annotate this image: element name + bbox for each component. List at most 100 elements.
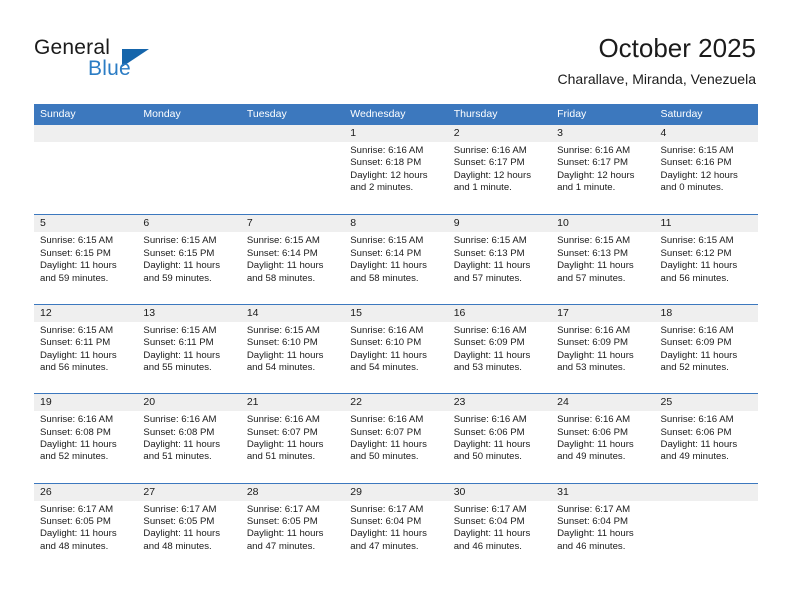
day-number <box>137 125 241 142</box>
day-cell[interactable]: 8 Sunrise: 6:15 AM Sunset: 6:14 PM Daylight… <box>344 215 448 303</box>
sunrise-text: Sunrise: 6:15 AM <box>453 235 527 247</box>
day-number: 3 <box>551 125 655 142</box>
sunrise-text: Sunrise: 6:16 AM <box>350 414 424 426</box>
day-details: Sunrise: 6:16 AM Sunset: 6:09 PM Daylight:… <box>448 322 551 375</box>
day-number: 2 <box>447 125 552 142</box>
day-cell[interactable]: 21 Sunrise: 6:16 AM Sunset: 6:07 PM Dayligh… <box>240 394 345 482</box>
day-cell[interactable]: 29 Sunrise: 6:17 AM Sunset: 6:04 PM Dayligh… <box>344 483 448 572</box>
day-number: 8 <box>344 215 448 233</box>
day-cell[interactable]: 24 Sunrise: 6:16 AM Sunset: 6:06 PM Dayligh… <box>551 394 655 482</box>
day-cell[interactable]: 10 Sunrise: 6:15 AM Sunset: 6:13 PM Dayligh… <box>551 215 655 303</box>
day-cell[interactable]: 11 Sunrise: 6:15 AM Sunset: 6:12 PM Dayligh… <box>654 215 758 303</box>
sunrise-text: Sunrise: 6:17 AM <box>557 503 631 515</box>
sunset-text: Sunset: 6:07 PM <box>350 426 422 438</box>
brand-logo[interactable]: General Blue <box>34 36 234 86</box>
weekday-header-wednesday: Wednesday <box>350 108 406 120</box>
day-cell[interactable]: 15 Sunrise: 6:16 AM Sunset: 6:10 PM Dayligh… <box>344 304 448 393</box>
daylight-text: Daylight: 11 hours and 56 minutes. <box>660 260 738 284</box>
sunset-text: Sunset: 6:18 PM <box>350 157 422 169</box>
day-number: 10 <box>551 215 655 233</box>
daylight-text: Daylight: 12 hours and 1 minute. <box>557 169 635 194</box>
day-cell[interactable]: 7 Sunrise: 6:15 AM Sunset: 6:14 PM Daylight… <box>240 215 345 303</box>
sunset-text: Sunset: 6:06 PM <box>660 426 732 438</box>
day-number: 30 <box>447 483 552 501</box>
day-number: 23 <box>447 394 552 412</box>
day-number <box>654 483 758 501</box>
sunrise-text: Sunrise: 6:16 AM <box>660 414 734 426</box>
day-cell[interactable]: 4 Sunrise: 6:15 AM Sunset: 6:16 PM Daylight… <box>654 125 758 214</box>
day-cell[interactable]: 18 Sunrise: 6:16 AM Sunset: 6:09 PM Dayligh… <box>654 304 758 393</box>
day-cell[interactable]: 26 Sunrise: 6:17 AM Sunset: 6:05 PM Dayligh… <box>34 483 138 572</box>
daylight-text: Daylight: 11 hours and 51 minutes. <box>143 438 221 463</box>
day-details: Sunrise: 6:16 AM Sunset: 6:09 PM Daylight:… <box>655 322 758 375</box>
sunrise-text: Sunrise: 6:15 AM <box>660 145 734 156</box>
day-cell[interactable]: 30 Sunrise: 6:17 AM Sunset: 6:04 PM Dayligh… <box>447 483 552 572</box>
sunrise-text: Sunrise: 6:16 AM <box>453 145 527 156</box>
calendar-week-row: 5 Sunrise: 6:15 AM Sunset: 6:15 PM Daylight… <box>34 214 758 303</box>
day-cell[interactable]: 20 Sunrise: 6:16 AM Sunset: 6:08 PM Dayligh… <box>137 394 241 482</box>
day-cell[interactable]: 23 Sunrise: 6:16 AM Sunset: 6:06 PM Dayligh… <box>447 394 552 482</box>
day-number <box>34 125 138 142</box>
daylight-text: Daylight: 11 hours and 50 minutes. <box>350 438 427 463</box>
sunrise-text: Sunrise: 6:16 AM <box>453 324 527 336</box>
sunset-text: Sunset: 6:04 PM <box>350 515 422 527</box>
day-cell[interactable]: 28 Sunrise: 6:17 AM Sunset: 6:05 PM Dayligh… <box>240 483 345 572</box>
day-details: Sunrise: 6:15 AM Sunset: 6:13 PM Daylight:… <box>551 232 654 285</box>
sunset-text: Sunset: 6:15 PM <box>40 247 111 259</box>
daylight-text: Daylight: 11 hours and 47 minutes. <box>246 528 324 552</box>
sunset-text: Sunset: 6:12 PM <box>660 247 732 259</box>
sunset-text: Sunset: 6:09 PM <box>660 337 732 349</box>
day-cell[interactable]: 31 Sunrise: 6:17 AM Sunset: 6:04 PM Dayligh… <box>551 483 655 572</box>
day-cell[interactable]: 3 Sunrise: 6:16 AM Sunset: 6:17 PM Daylight… <box>551 125 655 214</box>
day-number: 12 <box>34 304 138 322</box>
day-cell[interactable]: 14 Sunrise: 6:15 AM Sunset: 6:10 PM Dayligh… <box>240 304 345 393</box>
day-cell[interactable]: 25 Sunrise: 6:16 AM Sunset: 6:06 PM Dayligh… <box>654 394 758 482</box>
day-details: Sunrise: 6:16 AM Sunset: 6:07 PM Daylight:… <box>344 411 447 464</box>
weekday-header-saturday: Saturday <box>660 108 703 120</box>
weekday-header-sunday: Sunday <box>40 108 76 120</box>
sunset-text: Sunset: 6:15 PM <box>143 247 215 259</box>
day-cell[interactable]: 12 Sunrise: 6:15 AM Sunset: 6:11 PM Dayligh… <box>34 304 138 393</box>
day-cell[interactable]: 6 Sunrise: 6:15 AM Sunset: 6:15 PM Daylight… <box>137 215 241 303</box>
day-cell[interactable]: 19 Sunrise: 6:16 AM Sunset: 6:08 PM Dayligh… <box>34 394 138 482</box>
day-cell[interactable]: 17 Sunrise: 6:16 AM Sunset: 6:09 PM Dayligh… <box>551 304 655 393</box>
sunset-text: Sunset: 6:13 PM <box>453 247 525 259</box>
day-number: 24 <box>551 394 655 412</box>
daylight-text: Daylight: 11 hours and 47 minutes. <box>350 528 427 552</box>
day-cell[interactable]: 9 Sunrise: 6:15 AM Sunset: 6:13 PM Daylight… <box>447 215 552 303</box>
sunset-text: Sunset: 6:14 PM <box>350 247 422 259</box>
daylight-text: Daylight: 11 hours and 46 minutes. <box>453 528 531 552</box>
day-details: Sunrise: 6:16 AM Sunset: 6:09 PM Daylight:… <box>551 322 654 375</box>
day-cell[interactable]: 5 Sunrise: 6:15 AM Sunset: 6:15 PM Daylight… <box>34 215 138 303</box>
day-number: 6 <box>137 215 241 233</box>
day-details: Sunrise: 6:15 AM Sunset: 6:16 PM Daylight:… <box>655 142 758 195</box>
day-cell[interactable]: 13 Sunrise: 6:15 AM Sunset: 6:11 PM Dayligh… <box>137 304 241 393</box>
sunset-text: Sunset: 6:06 PM <box>453 426 525 438</box>
day-cell[interactable]: 1 Sunrise: 6:16 AM Sunset: 6:18 PM Daylight… <box>344 125 448 214</box>
sunset-text: Sunset: 6:09 PM <box>453 337 525 349</box>
sunset-text: Sunset: 6:09 PM <box>557 337 629 349</box>
day-cell[interactable]: 16 Sunrise: 6:16 AM Sunset: 6:09 PM Dayligh… <box>447 304 552 393</box>
day-number: 4 <box>654 125 758 142</box>
day-cell[interactable]: 27 Sunrise: 6:17 AM Sunset: 6:05 PM Dayligh… <box>137 483 241 572</box>
daylight-text: Daylight: 11 hours and 57 minutes. <box>557 260 634 284</box>
day-cell-empty <box>240 125 345 214</box>
day-details: Sunrise: 6:16 AM Sunset: 6:18 PM Daylight:… <box>344 142 447 195</box>
calendar-week-row: 19 Sunrise: 6:16 AM Sunset: 6:08 PM Dayligh… <box>34 393 758 482</box>
daylight-text: Daylight: 11 hours and 58 minutes. <box>246 260 324 284</box>
day-cell[interactable]: 22 Sunrise: 6:16 AM Sunset: 6:07 PM Dayligh… <box>344 394 448 482</box>
title-block: October 2025 Charallave, Miranda, Venezu… <box>558 33 756 89</box>
daylight-text: Daylight: 11 hours and 59 minutes. <box>143 260 221 284</box>
day-number: 11 <box>654 215 758 233</box>
day-cell[interactable]: 2 Sunrise: 6:16 AM Sunset: 6:17 PM Daylight… <box>447 125 552 214</box>
sunrise-text: Sunrise: 6:17 AM <box>453 503 527 515</box>
day-details: Sunrise: 6:16 AM Sunset: 6:06 PM Daylight:… <box>655 411 758 464</box>
day-number: 28 <box>240 483 345 501</box>
calendar-weeks: 1 Sunrise: 6:16 AM Sunset: 6:18 PM Daylight… <box>34 125 758 572</box>
sunrise-text: Sunrise: 6:16 AM <box>40 414 114 426</box>
daylight-text: Daylight: 12 hours and 1 minute. <box>453 169 532 194</box>
day-number: 16 <box>447 304 552 322</box>
day-details: Sunrise: 6:16 AM Sunset: 6:17 PM Daylight:… <box>551 142 654 195</box>
sunrise-text: Sunrise: 6:15 AM <box>557 235 631 247</box>
sunrise-text: Sunrise: 6:16 AM <box>246 414 320 426</box>
